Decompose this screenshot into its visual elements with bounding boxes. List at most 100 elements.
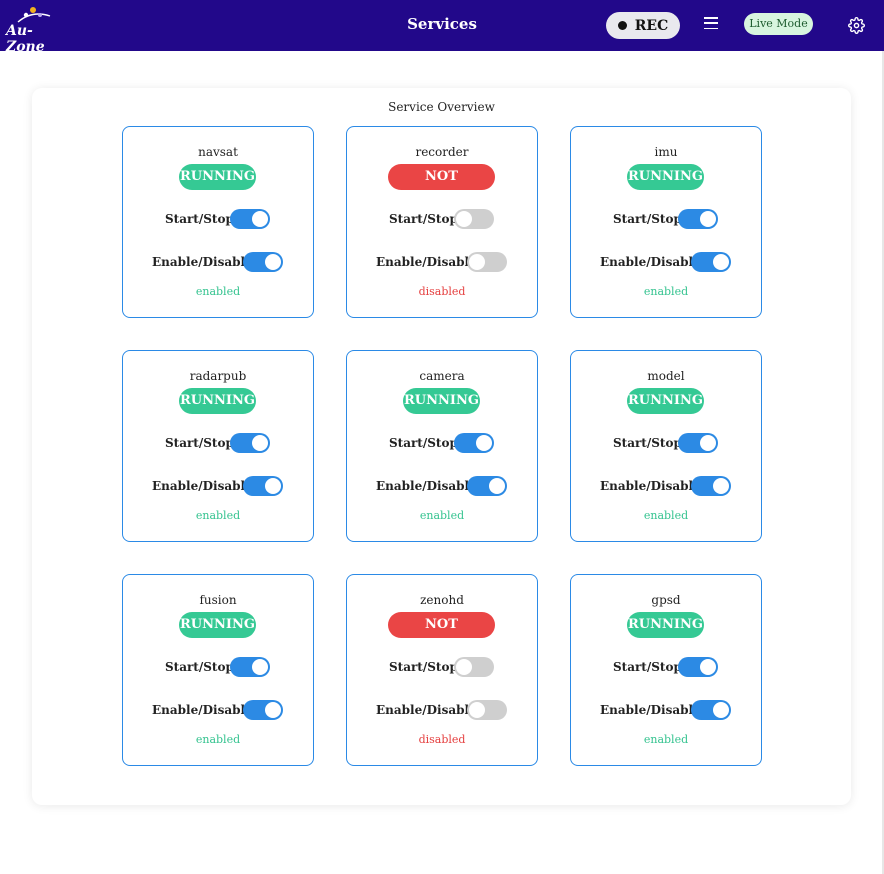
- status-badge: RUNNING: [179, 164, 256, 190]
- toggle-knob: [713, 254, 729, 270]
- service-card-model: model RUNNING Start/Stop Enable/Disable enab…: [570, 350, 762, 542]
- toggle-knob: [252, 659, 268, 675]
- panel-title: Service Overview: [388, 100, 495, 114]
- service-card-zenohd: zenohd NOT RUNNING Start/Stop Enable/Disabl…: [346, 574, 538, 766]
- enable-disable-toggle[interactable]: [467, 700, 507, 720]
- status-badge: RUNNING: [179, 612, 256, 638]
- toggle-knob: [252, 211, 268, 227]
- enable-disable-toggle[interactable]: [243, 700, 283, 720]
- service-name: recorder: [415, 145, 469, 159]
- toggle-knob: [265, 702, 281, 718]
- enabled-state-text: enabled: [643, 285, 689, 298]
- status-badge: RUNNING: [179, 388, 256, 414]
- enable-disable-label: Enable/Disable: [152, 703, 253, 717]
- service-name: gpsd: [651, 593, 681, 607]
- start-stop-label: Start/Stop: [165, 660, 234, 674]
- status-badge: RUNNING: [627, 612, 704, 638]
- enable-disable-toggle[interactable]: [691, 252, 731, 272]
- enabled-state-text: disabled: [418, 285, 466, 298]
- start-stop-toggle[interactable]: [678, 657, 718, 677]
- start-stop-label: Start/Stop: [165, 436, 234, 450]
- toggle-knob: [700, 435, 716, 451]
- start-stop-toggle[interactable]: [454, 657, 494, 677]
- enable-disable-label: Enable/Disable: [600, 479, 701, 493]
- au-zone-logo[interactable]: Au-Zone: [6, 6, 68, 55]
- enabled-state-text: enabled: [195, 285, 241, 298]
- service-name: radarpub: [189, 369, 247, 383]
- status-badge: RUNNING: [627, 388, 704, 414]
- record-button[interactable]: REC: [606, 12, 680, 39]
- start-stop-toggle[interactable]: [230, 657, 270, 677]
- service-name: imu: [654, 145, 678, 159]
- enable-disable-label: Enable/Disable: [600, 255, 701, 269]
- toggle-knob: [700, 659, 716, 675]
- hamburger-menu-icon[interactable]: [703, 17, 720, 33]
- start-stop-label: Start/Stop: [613, 436, 682, 450]
- enable-disable-label: Enable/Disable: [376, 703, 477, 717]
- start-stop-label: Start/Stop: [613, 660, 682, 674]
- toggle-knob: [713, 478, 729, 494]
- start-stop-toggle[interactable]: [454, 209, 494, 229]
- start-stop-label: Start/Stop: [613, 212, 682, 226]
- enabled-state-text: enabled: [195, 509, 241, 522]
- service-card-radarpub: radarpub RUNNING Start/Stop Enable/Disable e…: [122, 350, 314, 542]
- toggle-knob: [700, 211, 716, 227]
- enable-disable-label: Enable/Disable: [376, 479, 477, 493]
- enable-disable-label: Enable/Disable: [600, 703, 701, 717]
- status-badge: NOT RUNNING: [388, 612, 495, 658]
- live-mode-badge[interactable]: Live Mode: [744, 13, 813, 35]
- start-stop-toggle[interactable]: [678, 209, 718, 229]
- status-badge: RUNNING: [403, 388, 480, 414]
- service-card-recorder: recorder NOT RUNNING Start/Stop Enable/Disa…: [346, 126, 538, 318]
- enabled-state-text: enabled: [195, 733, 241, 746]
- service-card-gpsd: gpsd RUNNING Start/Stop Enable/Disable enabl…: [570, 574, 762, 766]
- start-stop-label: Start/Stop: [389, 436, 458, 450]
- enabled-state-text: disabled: [418, 733, 466, 746]
- enabled-state-text: enabled: [643, 509, 689, 522]
- service-card-camera: camera RUNNING Start/Stop Enable/Disable ena…: [346, 350, 538, 542]
- settings-gear-icon[interactable]: [848, 17, 865, 34]
- service-name: navsat: [198, 145, 238, 159]
- toggle-knob: [252, 435, 268, 451]
- toggle-knob: [713, 702, 729, 718]
- service-name: model: [647, 369, 685, 383]
- enable-disable-toggle[interactable]: [691, 700, 731, 720]
- record-dot-icon: [617, 21, 627, 30]
- service-card-imu: imu RUNNING Start/Stop Enable/Disable enable…: [570, 126, 762, 318]
- start-stop-label: Start/Stop: [165, 212, 234, 226]
- service-card-navsat: navsat RUNNING Start/Stop Enable/Disable ena…: [122, 126, 314, 318]
- toggle-knob: [265, 254, 281, 270]
- enabled-state-text: enabled: [643, 733, 689, 746]
- toggle-knob: [469, 254, 485, 270]
- enable-disable-label: Enable/Disable: [152, 479, 253, 493]
- enable-disable-label: Enable/Disable: [376, 255, 477, 269]
- toggle-knob: [456, 211, 472, 227]
- status-badge: NOT RUNNING: [388, 164, 495, 210]
- start-stop-toggle[interactable]: [230, 433, 270, 453]
- enable-disable-toggle[interactable]: [243, 476, 283, 496]
- toggle-knob: [456, 659, 472, 675]
- record-label: REC: [634, 17, 669, 34]
- enabled-state-text: enabled: [419, 509, 465, 522]
- page-title: Services: [407, 15, 477, 33]
- toggle-knob: [489, 478, 505, 494]
- service-card-fusion: fusion RUNNING Start/Stop Enable/Disable ena…: [122, 574, 314, 766]
- enable-disable-toggle[interactable]: [467, 476, 507, 496]
- start-stop-toggle[interactable]: [454, 433, 494, 453]
- service-name: fusion: [199, 593, 237, 607]
- status-badge: RUNNING: [627, 164, 704, 190]
- toggle-knob: [476, 435, 492, 451]
- start-stop-toggle[interactable]: [678, 433, 718, 453]
- enable-disable-label: Enable/Disable: [152, 255, 253, 269]
- start-stop-label: Start/Stop: [389, 212, 458, 226]
- service-name: camera: [419, 369, 465, 383]
- toggle-knob: [469, 702, 485, 718]
- logo-text: Au-Zone: [6, 23, 45, 55]
- enable-disable-toggle[interactable]: [467, 252, 507, 272]
- service-name: zenohd: [420, 593, 464, 607]
- enable-disable-toggle[interactable]: [691, 476, 731, 496]
- start-stop-label: Start/Stop: [389, 660, 458, 674]
- top-bar: Au-Zone Services REC Live Mode: [0, 0, 884, 55]
- start-stop-toggle[interactable]: [230, 209, 270, 229]
- enable-disable-toggle[interactable]: [243, 252, 283, 272]
